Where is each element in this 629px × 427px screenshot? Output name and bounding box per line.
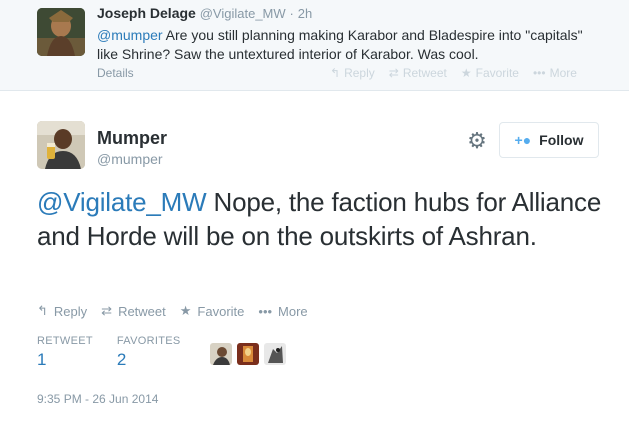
parent-text-body: Are you still planning making Karabor an… <box>97 27 583 62</box>
parent-handle[interactable]: @Vigilate_MW <box>200 6 286 21</box>
favorites-count: 2 <box>116 350 127 369</box>
favorite-label: Favorite <box>197 303 245 319</box>
parent-mention-link[interactable]: @mumper <box>97 27 163 43</box>
follow-person-plus-icon: +● <box>514 132 532 148</box>
parent-favorite-label: Favorite <box>475 66 519 80</box>
retweet-count: 1 <box>37 350 47 369</box>
gear-icon[interactable]: ⚙ <box>466 130 488 152</box>
retweet-button[interactable]: ⇄ Retweet <box>101 303 166 319</box>
tweet-stats: RETWEET 1 FAVORITES 2 <box>37 335 205 370</box>
parent-more-button[interactable]: ••• More <box>533 66 577 80</box>
parent-tweet-text: @mumper Are you still planning making Ka… <box>97 26 607 64</box>
more-icon: ••• <box>532 66 546 80</box>
parent-retweet-label: Retweet <box>402 66 447 80</box>
more-label: More <box>278 303 308 319</box>
favoriter-avatar[interactable] <box>237 343 259 365</box>
author-avatar[interactable] <box>37 121 85 169</box>
favoriter-avatar[interactable] <box>210 343 232 365</box>
author-handle[interactable]: @mumper <box>97 151 163 167</box>
parent-tweet: Joseph Delage @Vigilate_MW · 2h @mumper … <box>0 0 629 91</box>
favorites-stat-label: FAVORITES <box>116 335 181 347</box>
favoriter-avatar[interactable] <box>264 343 286 365</box>
retweet-stat[interactable]: RETWEET 1 <box>37 335 93 370</box>
follow-label: Follow <box>539 132 584 148</box>
parent-avatar[interactable] <box>37 8 85 56</box>
parent-retweet-button[interactable]: ⇄ Retweet <box>389 66 447 80</box>
details-link[interactable]: Details <box>97 66 134 80</box>
parent-reply-button[interactable]: ↰ Reply <box>330 66 375 80</box>
favorites-stat[interactable]: FAVORITES 2 <box>117 335 181 370</box>
follow-button[interactable]: +● Follow <box>499 122 599 158</box>
more-button[interactable]: ••• More <box>258 303 307 319</box>
favoriter-avatars <box>210 343 286 365</box>
parent-actions: ↰ Reply ⇄ Retweet ★ Favorite ••• More <box>330 66 577 80</box>
parent-name-row: Joseph Delage @Vigilate_MW · 2h <box>97 5 312 21</box>
retweet-icon: ⇄ <box>388 66 399 80</box>
retweet-icon: ⇄ <box>101 303 113 318</box>
parent-more-label: More <box>549 66 577 80</box>
parent-time[interactable]: 2h <box>298 6 312 21</box>
parent-separator: · <box>289 6 294 21</box>
mention-link[interactable]: @Vigilate_MW <box>37 187 207 217</box>
reply-icon: ↰ <box>37 303 48 318</box>
reply-label: Reply <box>53 303 88 319</box>
tweet-timestamp[interactable]: 9:35 PM - 26 Jun 2014 <box>37 392 158 406</box>
favorite-icon: ★ <box>460 66 472 80</box>
retweet-stat-label: RETWEET <box>37 335 93 347</box>
parent-favorite-button[interactable]: ★ Favorite <box>461 66 519 80</box>
retweet-label: Retweet <box>118 303 166 319</box>
more-icon: ••• <box>258 303 273 319</box>
favorite-icon: ★ <box>179 303 192 318</box>
tweet-actions: ↰ Reply ⇄ Retweet ★ Favorite ••• More <box>37 303 322 319</box>
parent-fullname[interactable]: Joseph Delage <box>97 5 196 21</box>
tweet-text: @Vigilate_MW Nope, the faction hubs for … <box>37 185 612 253</box>
reply-button[interactable]: ↰ Reply <box>37 303 87 319</box>
reply-icon: ↰ <box>330 66 341 80</box>
parent-reply-label: Reply <box>344 66 375 80</box>
author-fullname[interactable]: Mumper <box>97 128 167 149</box>
favorite-button[interactable]: ★ Favorite <box>180 303 245 319</box>
